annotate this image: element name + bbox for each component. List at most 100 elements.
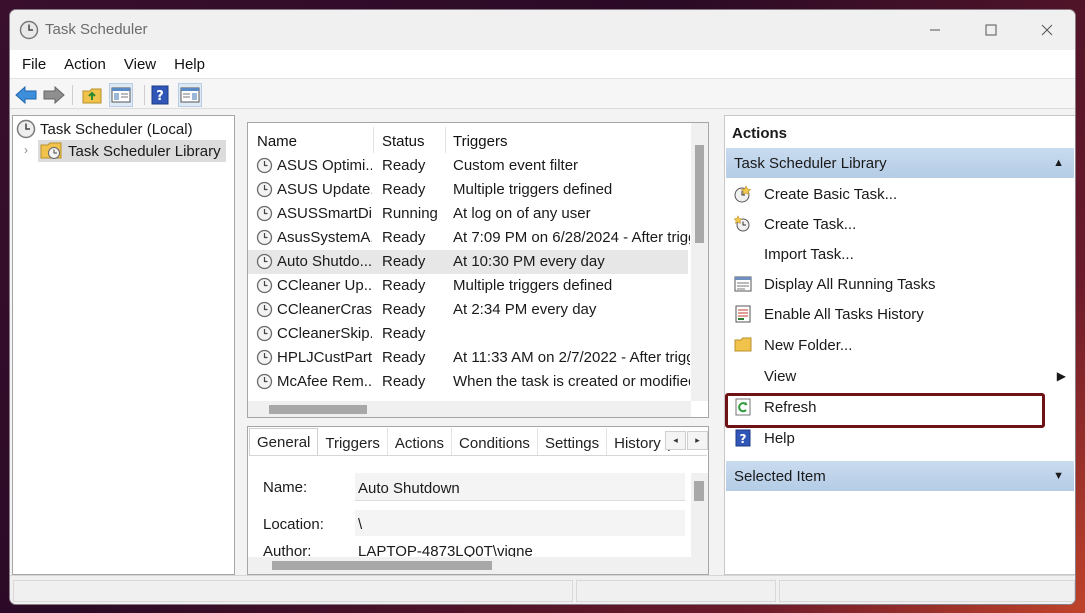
tab-actions[interactable]: Actions [388,428,453,455]
table-row[interactable]: Auto Shutdo... Ready At 10:30 PM every day [248,250,688,274]
actions-pane: Actions Task Scheduler Library ▲ Create … [724,115,1075,575]
task-status: Ready [382,157,426,174]
minimize-icon [930,29,940,31]
column-header-status[interactable]: Status [382,133,425,150]
tree-library-label: Task Scheduler Library [68,142,221,160]
tree-library-node[interactable]: Task Scheduler Library [38,140,226,162]
menu-file[interactable]: File [13,56,55,73]
table-row[interactable]: HPLJCustPart... Ready At 11:33 AM on 2/7/2… [248,346,690,370]
table-row[interactable]: CCleaner Up... Ready Multiple triggers def… [248,274,688,298]
show-hide-console-tree-button[interactable] [109,83,133,107]
task-name: McAfee Rem... [277,373,372,390]
scrollbar-thumb[interactable] [694,481,704,501]
column-divider[interactable] [445,127,446,153]
action-import-task[interactable]: Import Task... [726,239,1074,270]
location-field[interactable]: \ [355,510,685,536]
task-clock-icon [256,253,273,270]
task-trigger: At 10:30 PM every day [453,253,605,270]
task-name: Auto Shutdo... [277,253,372,270]
action-label: Enable All Tasks History [764,306,924,323]
chevron-left-icon: ◂ [673,435,678,445]
action-enable-all-tasks-history[interactable]: Enable All Tasks History [726,299,1074,330]
action-create-task[interactable]: Create Task... [726,209,1074,240]
task-status: Ready [382,229,426,246]
status-segment [13,580,573,602]
task-scheduler-window: Task Scheduler File Action View Help ? T… [9,9,1076,605]
task-clock-icon [256,373,273,390]
chevron-right-icon[interactable]: › [24,143,28,157]
action-create-basic-task[interactable]: Create Basic Task... [726,179,1074,210]
task-status: Ready [382,373,426,390]
task-trigger: Multiple triggers defined [453,181,613,198]
section-task-scheduler-library[interactable]: Task Scheduler Library ▲ [726,148,1074,178]
menu-view[interactable]: View [115,56,165,73]
task-status: Ready [382,301,426,318]
task-status: Ready [382,277,426,294]
action-label: Create Basic Task... [764,186,898,203]
action-label: Import Task... [764,246,854,263]
tab-scroll-right-button[interactable]: ▸ [687,431,708,450]
table-row[interactable]: ASUS Update... Ready Multiple triggers def… [248,178,688,202]
back-button[interactable] [14,83,38,107]
task-detail-pane: General Triggers Actions Conditions Sett… [247,426,709,575]
tab-general[interactable]: General [249,428,319,455]
chevron-right-icon: ▸ [695,435,700,445]
task-name: CCleanerCras... [277,301,372,318]
tab-scroll-left-button[interactable]: ◂ [665,431,686,450]
table-row[interactable]: AsusSystemA... Ready At 7:09 PM on 6/28/20… [248,226,690,250]
close-icon [1041,24,1053,36]
scrollbar-thumb[interactable] [272,561,492,570]
tab-triggers[interactable]: Triggers [318,428,388,455]
table-row[interactable]: CCleanerCras... Ready At 2:34 PM every day [248,298,688,322]
menu-help[interactable]: Help [165,56,214,73]
section-title: Task Scheduler Library [734,154,887,172]
task-name: ASUSSmartDi... [277,205,372,222]
task-clock-icon [256,157,273,174]
table-row[interactable]: McAfee Rem... Ready When the task is creat… [248,370,690,394]
table-row[interactable]: ASUSSmartDi... Running At log on of any us… [248,202,688,226]
action-view[interactable]: View ▶ [726,361,1074,392]
up-folder-button[interactable] [80,83,104,107]
tree-root-node[interactable]: Task Scheduler (Local) [16,118,193,140]
action-label: Help [764,430,795,447]
section-title: Selected Item [734,467,826,485]
folder-icon [734,337,752,352]
name-label: Name: [263,479,308,496]
action-new-folder[interactable]: New Folder... [726,330,1074,361]
detail-horizontal-scrollbar[interactable] [248,557,708,574]
library-folder-icon [40,142,62,159]
table-row[interactable]: CCleanerSkip... Ready [248,322,688,346]
console-tree: Task Scheduler (Local) › Task Scheduler … [12,115,235,575]
menu-action[interactable]: Action [55,56,115,73]
create-basic-task-icon [734,185,752,203]
status-segment [779,580,1075,602]
scrollbar-thumb[interactable] [695,145,704,243]
task-list-vertical-scrollbar[interactable] [691,123,708,401]
task-status: Ready [382,325,426,342]
scrollbar-thumb[interactable] [269,405,367,414]
name-field[interactable]: Auto Shutdown [355,473,685,501]
tab-settings[interactable]: Settings [538,428,608,455]
column-header-triggers[interactable]: Triggers [453,133,507,150]
detail-vertical-scrollbar[interactable] [691,473,708,557]
maximize-button[interactable] [963,10,1019,50]
back-arrow-icon [15,86,37,104]
forward-button[interactable] [42,83,66,107]
help-toolbar-button[interactable]: ? [148,83,172,107]
tab-conditions[interactable]: Conditions [452,428,538,455]
console-tree-icon [111,87,131,103]
task-trigger: At log on of any user [453,205,591,222]
section-selected-item[interactable]: Selected Item ▼ [726,461,1074,491]
show-hide-action-pane-button[interactable] [178,83,202,107]
title-bar[interactable]: Task Scheduler [10,10,1075,50]
column-header-name[interactable]: Name [257,133,297,150]
table-row[interactable]: ASUS Optimi... Ready Custom event filter [248,154,688,178]
task-list-horizontal-scrollbar[interactable] [248,401,691,417]
status-bar [10,575,1075,604]
minimize-button[interactable] [907,10,963,50]
task-trigger: At 7:09 PM on 6/28/2024 - After trigg [453,229,690,246]
action-display-all-running-tasks[interactable]: Display All Running Tasks [726,269,1074,300]
column-divider[interactable] [373,127,374,153]
close-button[interactable] [1019,10,1075,50]
up-folder-icon [82,88,102,104]
